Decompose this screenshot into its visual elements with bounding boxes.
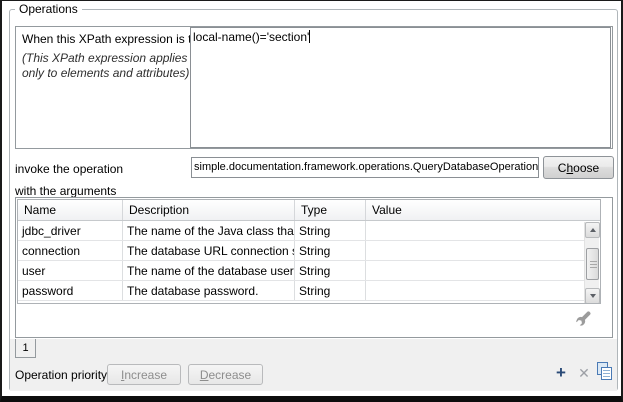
xpath-label: When this XPath expression is true: [22, 32, 209, 46]
arguments-panel: Name Description Type Value jdbc_driver …: [15, 197, 613, 338]
text-caret: [309, 30, 310, 43]
wrench-icon[interactable]: [575, 310, 592, 327]
cell-value[interactable]: [366, 261, 585, 280]
cell-type[interactable]: String: [295, 261, 366, 280]
arguments-table: Name Description Type Value jdbc_driver …: [17, 199, 601, 304]
invoke-operation-label: invoke the operation: [15, 162, 123, 176]
cell-name[interactable]: connection: [18, 241, 123, 260]
cell-name[interactable]: jdbc_driver: [18, 221, 123, 240]
column-header-description[interactable]: Description: [123, 200, 295, 220]
cell-type[interactable]: String: [295, 221, 366, 240]
decrease-button[interactable]: Decrease: [188, 364, 263, 385]
cell-description[interactable]: The name of the Java class tha...: [123, 221, 295, 240]
table-row[interactable]: user The name of the database user. Stri…: [18, 261, 585, 281]
increase-button[interactable]: Increase: [107, 364, 181, 385]
xpath-expression-input[interactable]: local-name()='section': [190, 27, 611, 148]
cell-type[interactable]: String: [295, 241, 366, 260]
add-icon[interactable]: +: [553, 364, 569, 382]
cell-value[interactable]: [366, 221, 585, 240]
cell-type[interactable]: String: [295, 281, 366, 300]
cell-name[interactable]: user: [18, 261, 123, 280]
table-header: Name Description Type Value: [18, 200, 600, 221]
operation-class-value: simple.documentation.framework.operation…: [194, 161, 538, 173]
operations-dialog: Operations When this XPath expression is…: [0, 0, 623, 402]
cell-description[interactable]: The name of the database user.: [123, 261, 295, 280]
table-row[interactable]: connection The database URL connection s…: [18, 241, 585, 261]
arrow-up-icon: [590, 228, 596, 232]
cell-description[interactable]: The database password.: [123, 281, 295, 300]
table-row[interactable]: jdbc_driver The name of the Java class t…: [18, 221, 585, 241]
copy-icon[interactable]: [597, 362, 614, 381]
table-row[interactable]: password The database password. String: [18, 281, 585, 301]
column-header-value[interactable]: Value: [366, 200, 600, 220]
arrow-down-icon: [590, 294, 596, 298]
choose-button[interactable]: Choose: [543, 156, 614, 179]
copy-page-front: [601, 367, 612, 380]
scroll-down-button[interactable]: [585, 288, 600, 304]
cell-value[interactable]: [366, 241, 585, 260]
column-header-type[interactable]: Type: [295, 200, 366, 220]
groupbox-title: Operations: [15, 2, 82, 16]
scrollbar-grip-icon: [590, 261, 597, 268]
cell-name[interactable]: password: [18, 281, 123, 300]
remove-icon[interactable]: ✕: [576, 365, 592, 382]
operation-priority-label: Operation priority: [15, 368, 107, 382]
cell-description[interactable]: The database URL connection s...: [123, 241, 295, 260]
tab-1-label: 1: [22, 342, 28, 354]
vertical-scrollbar[interactable]: [584, 222, 599, 304]
xpath-expression-value: local-name()='section': [193, 30, 309, 44]
xpath-note: (This XPath expression applies only to e…: [22, 51, 200, 81]
scroll-up-button[interactable]: [585, 222, 600, 238]
cell-value[interactable]: [366, 281, 585, 300]
operation-class-input[interactable]: simple.documentation.framework.operation…: [191, 157, 539, 178]
column-header-name[interactable]: Name: [18, 200, 123, 220]
scrollbar-thumb[interactable]: [586, 248, 599, 280]
bottom-area: [10, 339, 617, 391]
tab-1[interactable]: 1: [15, 339, 36, 358]
arguments-label: with the arguments: [15, 184, 116, 198]
xpath-panel: When this XPath expression is true (This…: [15, 26, 613, 149]
table-body: jdbc_driver The name of the Java class t…: [18, 221, 585, 301]
